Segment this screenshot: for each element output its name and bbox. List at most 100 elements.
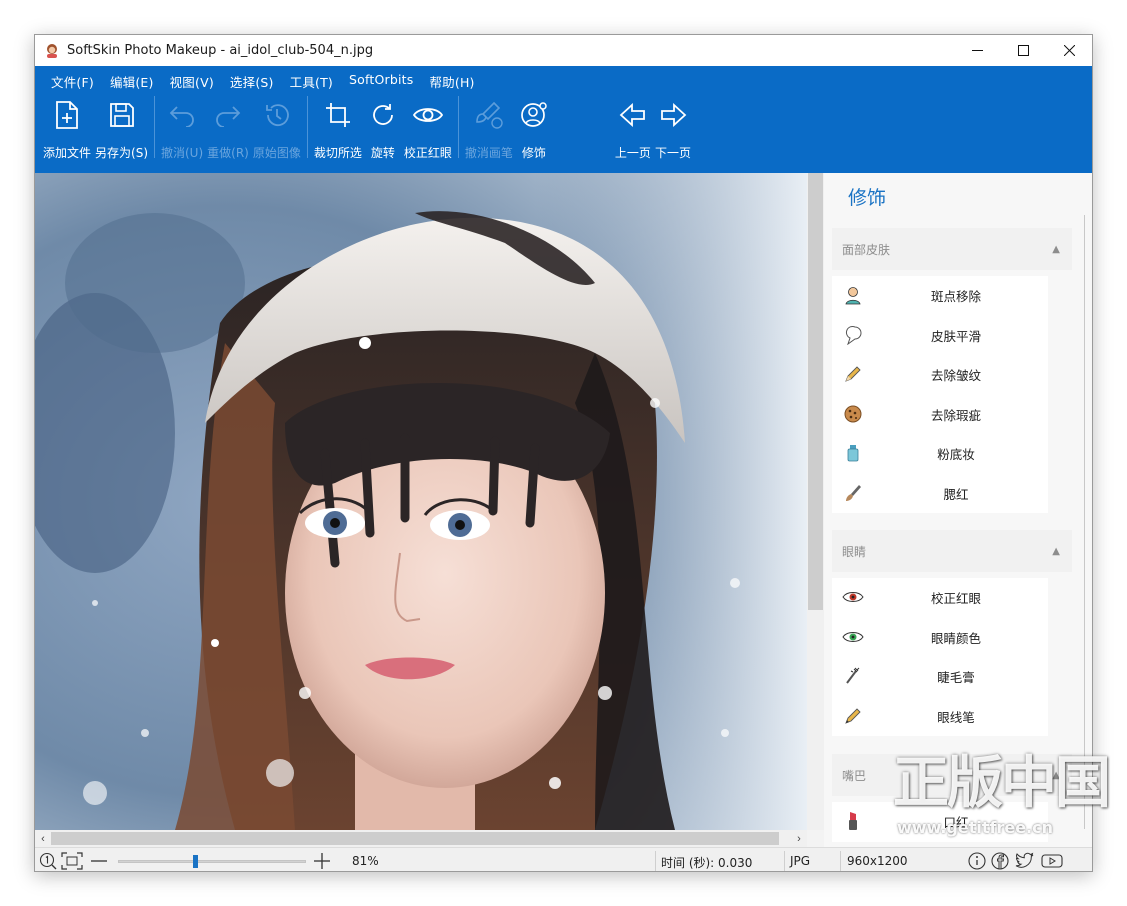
zoom-slider-track[interactable] (118, 860, 306, 863)
status-divider (655, 851, 656, 871)
tool-skin-smooth[interactable]: 皮肤平滑 (832, 316, 1048, 356)
tool-eye-color-label: 眼睛颜色 (930, 630, 981, 646)
toolbar-separator (306, 96, 308, 158)
original-image-button[interactable]: 原始图像 (251, 96, 303, 161)
group-face-skin-header[interactable]: 面部皮肤 ▲ (832, 228, 1072, 270)
tool-blush[interactable]: 腮红 (832, 474, 1048, 514)
next-page-icon (661, 103, 687, 127)
lipstick-icon (849, 812, 857, 830)
eyeliner-icon (845, 707, 861, 724)
panel-scrollbar[interactable] (1084, 215, 1090, 829)
ribbon: 文件(F) 编辑(E) 视图(V) 选择(S) 工具(T) SoftOrbits… (35, 66, 1092, 173)
group-face-skin-items: 斑点移除 皮肤平滑 去除皱纹 去除瑕疵 粉底妆 腮红 (832, 276, 1048, 513)
tool-mascara-label: 睫毛膏 (937, 670, 975, 686)
tool-mascara[interactable]: 睫毛膏 (832, 657, 1048, 697)
tool-wrinkle-remove[interactable]: 去除皱纹 (832, 355, 1048, 395)
facebook-icon (991, 852, 1009, 870)
maximize-icon (1017, 45, 1029, 56)
image-format: JPG (790, 854, 811, 868)
menu-file[interactable]: 文件(F) (43, 70, 102, 90)
crop-button[interactable]: 裁切所选 (312, 96, 364, 161)
prev-page-icon (619, 103, 645, 127)
actual-size-button[interactable] (39, 852, 57, 870)
eye-color-icon (842, 631, 864, 642)
redo-button[interactable]: 重做(R) (205, 96, 251, 161)
menu-softorbits[interactable]: SoftOrbits (341, 70, 421, 90)
collapse-icon[interactable]: ▲ (1052, 546, 1060, 557)
photo-canvas[interactable] (35, 173, 807, 830)
rotate-button[interactable]: 旋转 (364, 96, 402, 161)
zoom-out-icon (91, 860, 107, 862)
menu-edit[interactable]: 编辑(E) (102, 70, 162, 90)
group-eyes-title: 眼睛 (842, 544, 867, 559)
collapse-icon[interactable]: ▲ (1052, 244, 1060, 255)
canvas-vertical-scrollbar[interactable] (807, 173, 824, 830)
red-eye-button[interactable]: 校正红眼 (402, 96, 454, 161)
undo-icon (169, 106, 194, 127)
prev-page-label: 上一页 (614, 146, 651, 160)
facebook-button[interactable] (991, 852, 1009, 870)
fit-to-window-button[interactable] (61, 852, 83, 870)
tool-eyeliner[interactable]: 眼线笔 (832, 697, 1048, 737)
undo-brush-button[interactable]: 撤消画笔 (463, 96, 515, 161)
scroll-right-icon[interactable]: › (791, 830, 807, 847)
tool-foundation[interactable]: 粉底妆 (832, 434, 1048, 474)
add-file-icon (56, 101, 78, 129)
title-bar: SoftSkin Photo Makeup - ai_idol_club-504… (35, 35, 1092, 66)
image-dimensions: 960x1200 (847, 854, 908, 868)
retouch-label: 修饰 (521, 146, 546, 160)
minimize-icon (971, 50, 983, 51)
zoom-slider-thumb[interactable] (193, 855, 199, 868)
canvas-vertical-scroll-thumb[interactable] (808, 173, 823, 610)
youtube-button[interactable] (1041, 852, 1063, 870)
save-as-button[interactable]: 另存为(S) (93, 96, 150, 161)
add-file-button[interactable]: 添加文件 (41, 96, 93, 161)
tool-eye-color[interactable]: 眼睛颜色 (832, 618, 1048, 658)
window-title: SoftSkin Photo Makeup - ai_idol_club-504… (67, 43, 374, 58)
zoom-out-button[interactable] (89, 852, 109, 870)
crop-label: 裁切所选 (313, 146, 362, 160)
undo-button[interactable]: 撤消(U) (159, 96, 205, 161)
retouch-button[interactable]: 修饰 (515, 96, 553, 161)
tool-blemish-remove[interactable]: 去除瑕疵 (832, 395, 1048, 435)
menu-tools[interactable]: 工具(T) (282, 70, 341, 90)
tool-blush-label: 腮红 (943, 486, 969, 502)
next-page-button[interactable]: 下一页 (653, 96, 693, 161)
minimize-button[interactable] (954, 35, 1000, 66)
menu-help[interactable]: 帮助(H) (421, 70, 482, 90)
status-divider (784, 851, 785, 871)
canvas-horizontal-scroll-thumb[interactable] (51, 832, 779, 845)
portrait-photo (35, 173, 807, 830)
prev-page-button[interactable]: 上一页 (613, 96, 653, 161)
group-eyes-items: 校正红眼 眼睛颜色 睫毛膏 眼线笔 (832, 578, 1048, 736)
history-icon (265, 104, 289, 127)
twitter-button[interactable] (1015, 852, 1035, 870)
tool-red-eye[interactable]: 校正红眼 (832, 578, 1048, 618)
maximize-button[interactable] (1000, 35, 1046, 66)
tool-wrinkle-remove-label: 去除皱纹 (930, 368, 981, 384)
add-file-label: 添加文件 (43, 146, 92, 160)
twitter-icon (1015, 852, 1034, 868)
menu-view[interactable]: 视图(V) (162, 70, 222, 90)
watermark-logo: 正版中国 (893, 751, 1111, 816)
eye-icon (412, 108, 443, 122)
menu-select[interactable]: 选择(S) (222, 70, 282, 90)
original-image-label: 原始图像 (252, 146, 301, 160)
scroll-left-icon[interactable]: ‹ (35, 830, 51, 847)
canvas-horizontal-scrollbar[interactable]: ‹ › (35, 830, 807, 847)
group-eyes-header[interactable]: 眼睛 ▲ (832, 530, 1072, 572)
panel-title: 修饰 (848, 187, 887, 209)
rotate-icon (373, 104, 393, 125)
tool-spot-remove[interactable]: 斑点移除 (832, 276, 1048, 316)
app-window: SoftSkin Photo Makeup - ai_idol_club-504… (34, 34, 1093, 872)
info-button[interactable] (968, 852, 986, 870)
app-logo-icon (47, 43, 57, 58)
mascara-icon (846, 667, 860, 684)
blemish-cookie-icon (844, 405, 862, 422)
toolbar-separator (457, 96, 459, 158)
rotate-label: 旋转 (370, 146, 395, 160)
save-icon (109, 103, 134, 127)
tool-spot-remove-label: 斑点移除 (930, 289, 981, 305)
zoom-in-button[interactable] (312, 852, 332, 870)
close-button[interactable] (1046, 35, 1092, 66)
